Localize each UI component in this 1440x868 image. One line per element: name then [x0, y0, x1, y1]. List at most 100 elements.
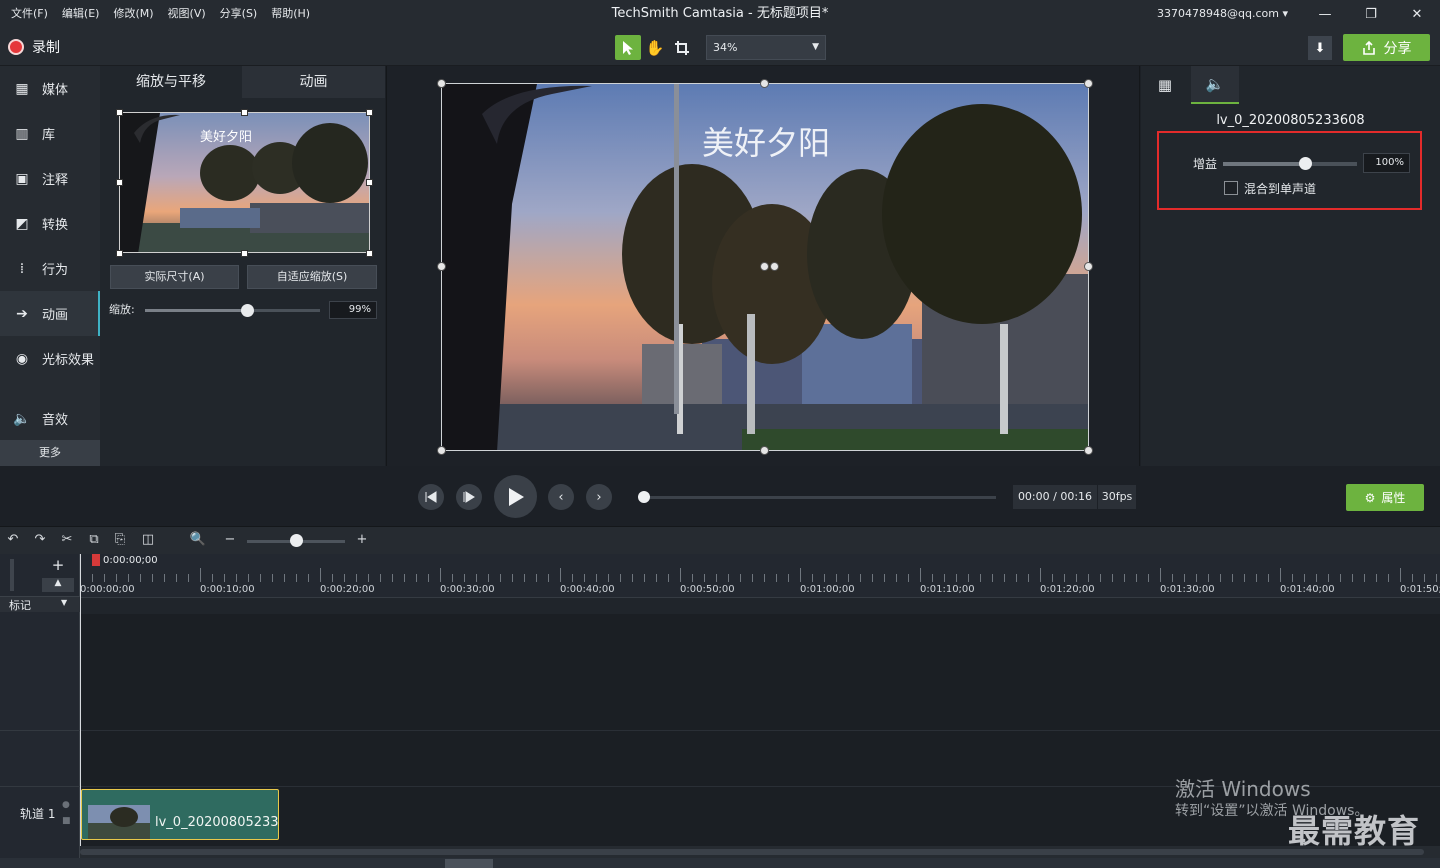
scale-value-field[interactable]: 99%	[329, 301, 377, 319]
rotation-handle[interactable]	[770, 262, 779, 271]
timeline-zoom-handle[interactable]	[290, 534, 303, 547]
horizontal-scroll-thumb[interactable]	[445, 859, 493, 868]
nav-audio-effects[interactable]: 🔈 音效	[0, 396, 100, 441]
nav-animations[interactable]: ➔ 动画	[0, 291, 100, 336]
nav-label: 注释	[42, 173, 69, 188]
canvas-handle[interactable]	[437, 79, 446, 88]
gain-slider[interactable]	[1223, 157, 1357, 170]
tab-visual-properties[interactable]: ▦	[1141, 66, 1189, 104]
copy-icon[interactable]: ⧉	[85, 532, 103, 547]
tab-audio-properties[interactable]: 🔈	[1191, 66, 1239, 104]
scale-slider-handle[interactable]	[240, 304, 254, 317]
resize-handle[interactable]	[241, 109, 248, 116]
menu-help[interactable]: 帮助(H)	[264, 0, 317, 28]
canvas-area: 美好夕阳	[386, 66, 1140, 466]
playback-progress-handle[interactable]	[638, 491, 650, 503]
actual-size-button[interactable]: 实际尺寸(A)	[110, 265, 239, 289]
chevron-up-icon[interactable]: ▲	[42, 578, 74, 592]
zoom-value: 34%	[713, 41, 738, 54]
canvas-handle[interactable]	[1084, 446, 1093, 455]
resize-handle[interactable]	[366, 179, 373, 186]
watermark-logo: 最需教育	[1288, 812, 1421, 850]
eye-icon[interactable]: ●	[62, 800, 70, 810]
fit-zoom-button[interactable]: 自适应缩放(S)	[247, 265, 377, 289]
paste-icon[interactable]: ⎘	[111, 532, 129, 547]
gain-value-field[interactable]: 100%	[1363, 153, 1410, 173]
menu-view[interactable]: 视图(V)	[161, 0, 213, 28]
minimize-button[interactable]: —	[1302, 0, 1348, 28]
resize-handle[interactable]	[241, 250, 248, 257]
menu-modify[interactable]: 修改(M)	[106, 0, 160, 28]
record-button[interactable]: 录制	[8, 37, 60, 57]
undo-icon[interactable]: ↶	[4, 532, 22, 547]
track-1-label[interactable]: 轨道 1	[20, 805, 55, 822]
zoom-preview-thumbnail[interactable]: 美好夕阳	[119, 112, 370, 253]
split-icon[interactable]: ◫	[139, 532, 157, 547]
resize-handle[interactable]	[366, 250, 373, 257]
cut-icon[interactable]: ✂	[58, 532, 76, 547]
canvas-handle[interactable]	[760, 79, 769, 88]
markers-row-header[interactable]: 标记 ▼	[0, 596, 80, 612]
resize-handle[interactable]	[116, 250, 123, 257]
menu-bar: 文件(F) 编辑(E) 修改(M) 视图(V) 分享(S) 帮助(H)	[0, 0, 317, 28]
camtasia-window: 文件(F) 编辑(E) 修改(M) 视图(V) 分享(S) 帮助(H) Tech…	[0, 0, 1440, 868]
add-track-button[interactable]: +	[42, 556, 74, 576]
resize-handle[interactable]	[116, 109, 123, 116]
mix-to-mono-checkbox[interactable]	[1224, 181, 1238, 195]
pan-tool-button[interactable]: ✋	[642, 35, 668, 60]
scale-slider[interactable]	[145, 304, 320, 317]
nav-transitions[interactable]: ◩ 转换	[0, 201, 100, 246]
gear-icon: ⚙	[1364, 490, 1376, 505]
gain-slider-handle[interactable]	[1298, 157, 1312, 170]
crop-tool-button[interactable]	[669, 35, 695, 60]
redo-icon[interactable]: ↷	[31, 532, 49, 547]
lock-icon[interactable]: ■	[62, 816, 71, 826]
canvas-handle[interactable]	[437, 446, 446, 455]
next-button[interactable]: ›	[586, 484, 612, 510]
play-button[interactable]	[494, 475, 537, 518]
tick-label: 0:00:30;00	[440, 584, 495, 595]
canvas-handle[interactable]	[1084, 79, 1093, 88]
nav-media[interactable]: ▦ 媒体	[0, 66, 100, 111]
markers-row[interactable]	[80, 598, 1440, 614]
clip-label: lv_0_20200805233608	[155, 815, 279, 830]
timeline-scrollbar[interactable]	[80, 846, 1440, 858]
nav-library[interactable]: ▥ 库	[0, 111, 100, 156]
nav-behaviors[interactable]: ⁞ 行为	[0, 246, 100, 291]
close-button[interactable]: ✕	[1394, 0, 1440, 28]
restore-button[interactable]: ❐	[1348, 0, 1394, 28]
share-label: 分享	[1383, 40, 1412, 57]
canvas-handle[interactable]	[1084, 262, 1093, 271]
step-forward-button[interactable]	[456, 484, 482, 510]
media-clip[interactable]: lv_0_20200805233608	[81, 789, 279, 840]
previous-button[interactable]: ‹	[548, 484, 574, 510]
download-button[interactable]: ⬇	[1308, 36, 1332, 60]
zoom-select[interactable]: 34% ▼	[706, 35, 826, 60]
menu-edit[interactable]: 编辑(E)	[55, 0, 107, 28]
select-tool-button[interactable]	[615, 35, 641, 60]
menu-share[interactable]: 分享(S)	[213, 0, 265, 28]
nav-cursor-effects[interactable]: ◉ 光标效果	[0, 336, 100, 381]
properties-button[interactable]: ⚙ 属性	[1346, 484, 1424, 511]
zoom-in-icon[interactable]: +	[353, 532, 371, 547]
step-back-button[interactable]	[418, 484, 444, 510]
properties-panel: ▦ 🔈 lv_0_20200805233608 增益 100% 混合到单声道	[1141, 66, 1440, 466]
nav-label: 转换	[42, 218, 69, 233]
tab-animations[interactable]: 动画	[242, 66, 385, 98]
rotation-handle[interactable]	[760, 262, 769, 271]
timeline-ruler[interactable]: 0:00:00;00 0:00:00;00 0:00:10;00 0:00:20…	[80, 554, 1440, 598]
share-button[interactable]: 分享	[1343, 34, 1430, 61]
scrollbar-thumb[interactable]	[80, 849, 1424, 855]
menu-file[interactable]: 文件(F)	[4, 0, 55, 28]
account-menu[interactable]: 3370478948@qq.com ▾	[1157, 0, 1288, 28]
resize-handle[interactable]	[366, 109, 373, 116]
resize-handle[interactable]	[116, 179, 123, 186]
zoom-out-icon[interactable]: −	[221, 532, 239, 547]
tab-zoom-pan[interactable]: 缩放与平移	[100, 66, 242, 98]
nav-more-button[interactable]: 更多	[0, 440, 100, 466]
canvas-handle[interactable]	[437, 262, 446, 271]
playback-progress-track[interactable]	[643, 496, 996, 499]
canvas-handle[interactable]	[760, 446, 769, 455]
track-height-slider[interactable]	[10, 559, 14, 591]
nav-annotations[interactable]: ▣ 注释	[0, 156, 100, 201]
